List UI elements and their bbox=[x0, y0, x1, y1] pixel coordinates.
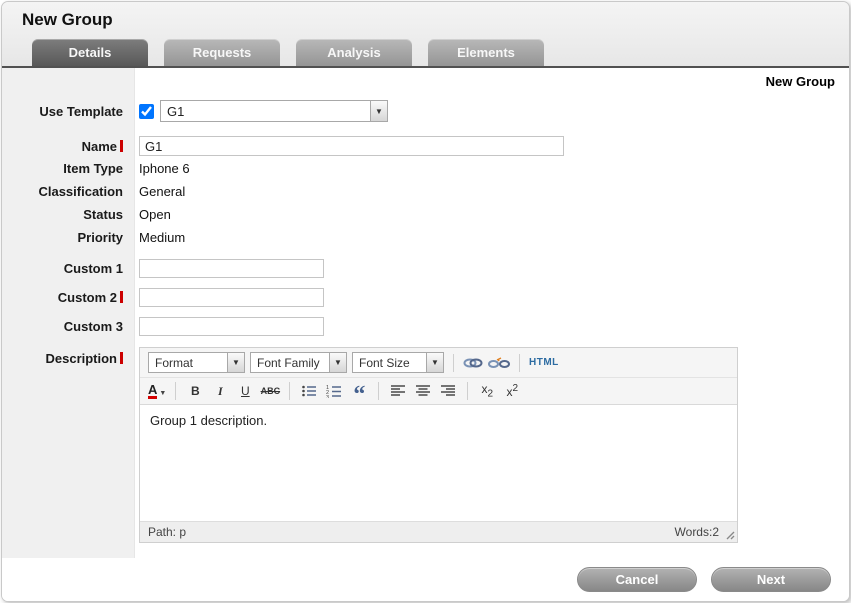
editor-word-count: Words:2 bbox=[675, 525, 719, 539]
format-dropdown[interactable]: Format ▼ bbox=[148, 352, 245, 373]
new-group-window: New Group Details Requests Analysis Elem… bbox=[1, 1, 850, 602]
row-priority: Priority Medium bbox=[2, 226, 849, 249]
superscript-button[interactable]: x2 bbox=[502, 381, 522, 401]
resize-handle-icon[interactable] bbox=[724, 529, 735, 540]
font-size-dropdown[interactable]: Font Size ▼ bbox=[352, 352, 444, 373]
bullet-list-icon[interactable] bbox=[299, 381, 319, 401]
title-bar: New Group Details Requests Analysis Elem… bbox=[2, 2, 849, 68]
tab-details[interactable]: Details bbox=[32, 39, 148, 66]
name-input[interactable] bbox=[139, 136, 564, 156]
html-source-button[interactable]: HTML bbox=[529, 353, 559, 373]
classification-value: General bbox=[139, 184, 185, 199]
editor-toolbar-top: Format ▼ Font Family ▼ Font Size ▼ bbox=[140, 348, 737, 378]
classification-label: Classification bbox=[2, 184, 129, 199]
chevron-down-icon: ▼ bbox=[329, 353, 346, 372]
row-custom1: Custom 1 bbox=[2, 258, 849, 278]
unlink-icon[interactable] bbox=[488, 353, 510, 373]
row-use-template: Use Template G1 ▼ bbox=[2, 98, 849, 124]
status-value: Open bbox=[139, 207, 171, 222]
chevron-down-icon: ▼ bbox=[159, 390, 166, 399]
required-marker bbox=[120, 352, 123, 364]
custom2-label: Custom 2 bbox=[2, 290, 129, 305]
align-right-icon[interactable] bbox=[438, 381, 458, 401]
toolbar-separator bbox=[175, 382, 176, 400]
page-title: New Group bbox=[22, 10, 113, 30]
rich-text-editor: Format ▼ Font Family ▼ Font Size ▼ bbox=[139, 347, 738, 543]
group-form: Use Template G1 ▼ Name Item Type bbox=[2, 68, 849, 543]
template-select[interactable]: G1 ▼ bbox=[160, 100, 388, 122]
row-classification: Classification General bbox=[2, 180, 849, 203]
tab-requests[interactable]: Requests bbox=[164, 39, 280, 66]
custom2-input[interactable] bbox=[139, 288, 324, 307]
priority-label: Priority bbox=[2, 230, 129, 245]
align-left-icon[interactable] bbox=[388, 381, 408, 401]
required-marker bbox=[120, 140, 123, 152]
row-item-type: Item Type Iphone 6 bbox=[2, 157, 849, 180]
description-label: Description bbox=[2, 347, 129, 366]
bold-button[interactable]: B bbox=[185, 381, 205, 401]
editor-status-bar: Path: p Words:2 bbox=[140, 521, 737, 542]
custom3-label: Custom 3 bbox=[2, 319, 129, 334]
font-family-dropdown[interactable]: Font Family ▼ bbox=[250, 352, 347, 373]
row-custom3: Custom 3 bbox=[2, 316, 849, 336]
numbered-list-icon[interactable]: 1 2 3 bbox=[324, 381, 344, 401]
tab-analysis[interactable]: Analysis bbox=[296, 39, 412, 66]
italic-button[interactable]: I bbox=[210, 381, 230, 401]
row-name: Name bbox=[2, 135, 849, 157]
editor-toolbar-bottom: A▼ B I U ABC bbox=[140, 378, 737, 405]
underline-button[interactable]: U bbox=[235, 381, 255, 401]
editor-path: Path: p bbox=[148, 525, 186, 539]
font-color-button[interactable]: A▼ bbox=[148, 383, 166, 399]
svg-text:3: 3 bbox=[326, 395, 329, 398]
name-label: Name bbox=[2, 139, 129, 154]
custom1-input[interactable] bbox=[139, 259, 324, 278]
use-template-label: Use Template bbox=[2, 104, 129, 119]
chevron-down-icon: ▼ bbox=[426, 353, 443, 372]
toolbar-separator bbox=[453, 354, 454, 372]
toolbar-separator bbox=[519, 354, 520, 372]
toolbar-separator bbox=[289, 382, 290, 400]
tab-bar: Details Requests Analysis Elements bbox=[32, 39, 544, 66]
row-custom2: Custom 2 bbox=[2, 287, 849, 307]
required-marker bbox=[120, 291, 123, 303]
blockquote-icon[interactable]: “ bbox=[349, 381, 369, 401]
chevron-down-icon: ▼ bbox=[227, 353, 244, 372]
custom3-input[interactable] bbox=[139, 317, 324, 336]
align-center-icon[interactable] bbox=[413, 381, 433, 401]
status-label: Status bbox=[2, 207, 129, 222]
item-type-value: Iphone 6 bbox=[139, 161, 190, 176]
use-template-checkbox[interactable] bbox=[139, 104, 154, 119]
custom1-label: Custom 1 bbox=[2, 261, 129, 276]
cancel-button[interactable]: Cancel bbox=[577, 567, 697, 592]
row-description: Description Format ▼ Font Family ▼ bbox=[2, 347, 849, 543]
priority-value: Medium bbox=[139, 230, 185, 245]
subscript-button[interactable]: x2 bbox=[477, 381, 497, 401]
toolbar-separator bbox=[378, 382, 379, 400]
editor-content-area[interactable]: Group 1 description. bbox=[140, 405, 737, 521]
row-status: Status Open bbox=[2, 203, 849, 226]
strikethrough-button[interactable]: ABC bbox=[260, 381, 280, 401]
details-panel: New Group Use Template G1 ▼ Name bbox=[2, 68, 849, 558]
next-button[interactable]: Next bbox=[711, 567, 831, 592]
tab-elements[interactable]: Elements bbox=[428, 39, 544, 66]
chevron-down-icon: ▼ bbox=[370, 101, 387, 121]
toolbar-separator bbox=[467, 382, 468, 400]
action-bar: Cancel Next bbox=[2, 558, 849, 601]
item-type-label: Item Type bbox=[2, 161, 129, 176]
insert-link-icon[interactable] bbox=[463, 353, 483, 373]
